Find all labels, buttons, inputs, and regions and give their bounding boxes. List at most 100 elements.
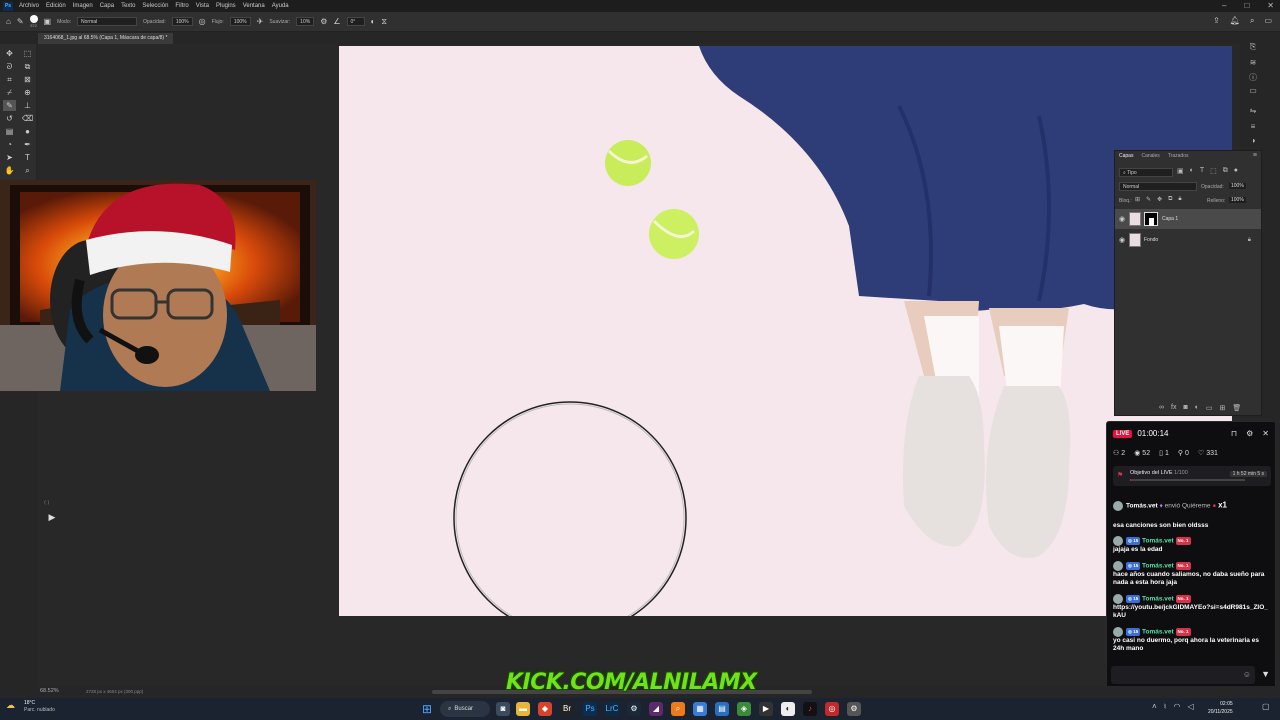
brave-browser-icon[interactable]: ◆ bbox=[538, 702, 552, 716]
layer-row-capa-1[interactable]: ◉ Capa 1 bbox=[1115, 209, 1261, 229]
photoshop-taskbar-icon[interactable]: Ps bbox=[583, 702, 597, 716]
path-select-icon[interactable]: ➤ bbox=[3, 152, 16, 163]
app-icon-purple[interactable]: ◢ bbox=[649, 702, 663, 716]
app-icon-red[interactable]: ◎ bbox=[825, 702, 839, 716]
layer-filter-select[interactable]: ⌕ Tipo bbox=[1119, 168, 1173, 177]
menu-archivo[interactable]: Archivo bbox=[19, 3, 39, 9]
adjustment-filter-icon[interactable]: ◐ bbox=[1190, 167, 1194, 175]
properties-icon[interactable]: ≋ bbox=[1246, 58, 1260, 70]
history-brush-icon[interactable]: ↺ bbox=[3, 113, 16, 124]
taskbar-search[interactable]: ⌕ Buscar bbox=[440, 701, 490, 717]
tab-trazados[interactable]: Trazados bbox=[1168, 153, 1189, 159]
app-icon-green[interactable]: ◈ bbox=[737, 702, 751, 716]
shape-filter-icon[interactable]: ⬚ bbox=[1210, 167, 1217, 175]
new-layer-icon[interactable]: ⊞ bbox=[1220, 404, 1226, 412]
camera-app-icon[interactable]: ◙ bbox=[496, 702, 510, 716]
zoom-tool-icon[interactable]: ⌕ bbox=[21, 165, 34, 176]
workspace-icon[interactable]: ▭ bbox=[1264, 16, 1272, 26]
home-icon[interactable]: ⌂ bbox=[6, 17, 11, 26]
mic-icon[interactable]: ♮ bbox=[1164, 702, 1167, 711]
type-filter-icon[interactable]: T bbox=[1200, 167, 1204, 175]
flow-field[interactable]: 100% bbox=[229, 17, 251, 26]
menu-filtro[interactable]: Filtro bbox=[175, 3, 188, 9]
play-icon[interactable]: ▶ bbox=[44, 509, 60, 525]
menu-ventana[interactable]: Ventana bbox=[243, 3, 265, 9]
share-icon[interactable]: ⇪ bbox=[1213, 16, 1220, 26]
brush-settings-panel-icon[interactable]: ≡ bbox=[1246, 122, 1260, 134]
settings-app-icon[interactable]: ⚙ bbox=[847, 702, 861, 716]
layer-mask-thumbnail[interactable] bbox=[1144, 212, 1158, 226]
lock-artboard-icon[interactable]: ⧉ bbox=[1168, 196, 1172, 203]
fill-field[interactable]: 100% bbox=[1229, 197, 1246, 203]
weather-widget[interactable]: 18°C Parc. nublado bbox=[24, 700, 55, 714]
angle-field[interactable]: 0° bbox=[346, 17, 365, 26]
gradient-tool-icon[interactable]: ▤ bbox=[3, 126, 16, 137]
lock-position-icon[interactable]: ✥ bbox=[1157, 196, 1162, 203]
chevron-up-icon[interactable]: ˄ bbox=[1152, 702, 1157, 711]
maximize-icon[interactable]: □ bbox=[1244, 1, 1249, 10]
layer-row-fondo[interactable]: ◉ Fondo 🔒︎ bbox=[1115, 230, 1261, 250]
link-layers-icon[interactable]: ∞ bbox=[1159, 404, 1164, 412]
weather-icon[interactable]: ☁ bbox=[6, 700, 15, 711]
airbrush-icon[interactable]: ✈ bbox=[257, 17, 264, 26]
marquee-tool-icon[interactable]: ⬚ bbox=[21, 48, 34, 59]
visibility-eye-icon[interactable]: ◉ bbox=[1115, 215, 1129, 223]
brush-tool-icon-selected[interactable]: ✎ bbox=[3, 100, 16, 111]
layer-opacity-field[interactable]: 100% bbox=[1229, 183, 1246, 189]
lock-image-icon[interactable]: ✎ bbox=[1146, 196, 1151, 203]
bridge-app-icon[interactable]: Br bbox=[560, 702, 574, 716]
move-tool-icon[interactable]: ✥ bbox=[3, 48, 16, 59]
filter-toggle-icon[interactable]: ● bbox=[1234, 167, 1238, 175]
send-icon[interactable]: ▼ bbox=[1261, 669, 1270, 679]
pressure-size-icon[interactable]: ◐ bbox=[371, 17, 376, 26]
chat-input[interactable]: ☺ bbox=[1111, 666, 1255, 684]
notifications-icon[interactable]: ▢ bbox=[1262, 702, 1270, 711]
visibility-eye-icon[interactable]: ◉ bbox=[1115, 236, 1129, 244]
menu-imagen[interactable]: Imagen bbox=[73, 3, 93, 9]
new-adjustment-icon[interactable]: ◐ bbox=[1195, 404, 1199, 412]
pixel-filter-icon[interactable]: ▣ bbox=[1177, 167, 1184, 175]
symmetry-icon[interactable]: ⧖ bbox=[381, 17, 387, 27]
mode-select[interactable]: Normal bbox=[77, 17, 138, 26]
eraser-tool-icon[interactable]: ⌫ bbox=[21, 113, 34, 124]
volume-icon[interactable]: ◁ bbox=[1188, 702, 1194, 711]
comment-icon[interactable]: ▭ bbox=[1246, 86, 1260, 98]
blur-tool-icon[interactable]: ● bbox=[21, 126, 34, 137]
minimize-icon[interactable]: – bbox=[1222, 1, 1226, 10]
stamp-tool-icon[interactable]: ⊥ bbox=[21, 100, 34, 111]
close-icon[interactable]: ✕ bbox=[1262, 429, 1269, 438]
crop-tool-icon[interactable]: ⌗ bbox=[3, 74, 16, 85]
pressure-opacity-icon[interactable]: ◎ bbox=[199, 17, 206, 26]
tab-capas[interactable]: Capas bbox=[1119, 153, 1133, 159]
emoji-icon[interactable]: ☺ bbox=[1243, 670, 1251, 679]
tab-canales[interactable]: Canales bbox=[1141, 153, 1159, 159]
brush-tool-icon[interactable]: ✎ bbox=[17, 17, 24, 26]
trash-icon[interactable]: 🗑︎ bbox=[1232, 404, 1241, 412]
layer-name[interactable]: Capa 1 bbox=[1162, 216, 1178, 222]
clock[interactable]: 02:05 20/11/2025 bbox=[1208, 700, 1233, 716]
document-tab[interactable]: 3164068_1.jpg al 68.5% (Capa 1, Máscara … bbox=[38, 33, 174, 44]
new-group-icon[interactable]: ▭ bbox=[1206, 404, 1213, 412]
media-player-icon[interactable]: ▶ bbox=[759, 702, 773, 716]
menu-ayuda[interactable]: Ayuda bbox=[272, 3, 289, 9]
steam-icon[interactable]: ⚙ bbox=[627, 702, 641, 716]
search-icon[interactable]: ⌕ bbox=[1250, 16, 1254, 26]
lock-icon[interactable]: ⊓ bbox=[1231, 429, 1237, 438]
lock-transparent-icon[interactable]: ⊞ bbox=[1135, 196, 1140, 203]
healing-brush-icon[interactable]: ⊕ bbox=[21, 87, 34, 98]
panel-menu-icon[interactable]: ≡ bbox=[1253, 152, 1257, 159]
history-panel-icon[interactable]: ⎘ bbox=[1246, 42, 1260, 54]
windows-start-icon[interactable]: ⊞ bbox=[420, 702, 434, 716]
document-canvas[interactable] bbox=[339, 46, 1232, 616]
lock-all-icon[interactable]: 🔒︎ bbox=[1178, 196, 1181, 203]
close-icon[interactable]: ✕ bbox=[1267, 1, 1274, 10]
zoom-level[interactable]: 68.52% bbox=[40, 688, 59, 694]
smoothing-field[interactable]: 10% bbox=[296, 17, 315, 26]
app-icon-white[interactable]: ◐ bbox=[781, 702, 795, 716]
app-icon-orange[interactable]: ⌕ bbox=[671, 702, 685, 716]
gear-icon[interactable]: ⚙ bbox=[320, 17, 327, 26]
menu-edicion[interactable]: Edición bbox=[46, 3, 66, 9]
menu-vista[interactable]: Vista bbox=[196, 3, 209, 9]
file-explorer-icon[interactable]: ▬ bbox=[516, 702, 530, 716]
menu-texto[interactable]: Texto bbox=[121, 3, 135, 9]
